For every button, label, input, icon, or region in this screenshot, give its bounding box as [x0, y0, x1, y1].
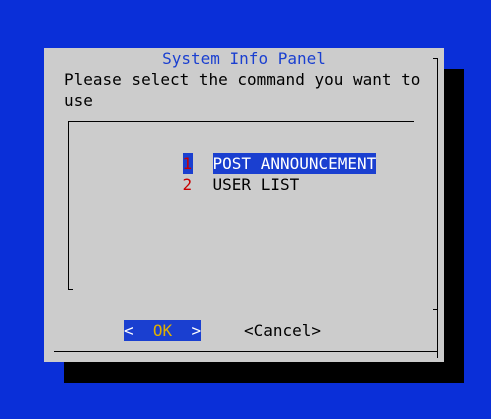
ok-button-right-bracket: >	[172, 321, 202, 340]
menu-item-number: 2	[182, 175, 193, 194]
dialog-frame-tick	[433, 309, 438, 310]
ok-button-label: OK	[152, 321, 173, 340]
dialog-frame-bottom	[54, 351, 438, 352]
dialog-frame-right	[437, 58, 438, 358]
dialog-prompt: Please select the command you want to us…	[64, 70, 431, 110]
cancel-button[interactable]: <Cancel>	[244, 320, 321, 341]
menu-box-left-border	[68, 121, 69, 289]
menu-item-user-list[interactable]: 2 USER LIST	[144, 153, 300, 194]
menu-item-post-announcement[interactable]: 1 POST ANNOUNCEMENT	[144, 132, 377, 174]
ok-button[interactable]: < OK >	[124, 320, 202, 341]
ok-button-left-bracket: <	[124, 321, 153, 340]
dialog-title: System Info Panel	[162, 49, 326, 68]
menu-box-bottom-tick	[68, 289, 73, 290]
menu-dialog: System Info Panel Please select the comm…	[44, 48, 444, 362]
menu-box-top-border	[68, 121, 414, 122]
menu-item-label: USER LIST	[212, 175, 300, 194]
